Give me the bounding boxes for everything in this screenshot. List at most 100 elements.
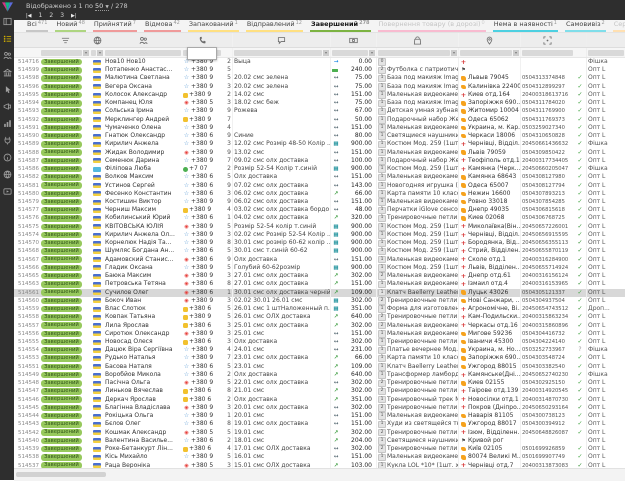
table-row[interactable]: 514570ЗавершенийКорнелюк Надія Та...☆+38… (14, 239, 625, 247)
column-header-delivery[interactable] (458, 33, 520, 47)
filter-input-tag[interactable] (588, 50, 624, 56)
table-row[interactable]: 514547ЗавершенийЛиньков Вячеслав+380 682… (14, 387, 625, 395)
tab-11[interactable]: Сервіси0 (613, 20, 625, 32)
tab-7[interactable]: Завершений278 (310, 20, 371, 32)
table-row[interactable]: 514590ЗавершенийГнатюк Олександр☆+380 69… (14, 132, 625, 140)
table-row[interactable]: 514596ЗавершенийВегера Оксана☆+380 9320.… (14, 83, 625, 91)
filter-dropdown-flag[interactable]: ▾ (97, 50, 103, 56)
filter-input-comment[interactable] (234, 50, 322, 56)
table-row[interactable]: 514559ЗавершенийВлас Слотюк+380 6526.01 … (14, 305, 625, 313)
column-header-phone[interactable] (182, 33, 222, 47)
filter-dropdown-delivery[interactable]: ▾ (513, 50, 519, 56)
table-row[interactable]: 514576ЗавершенийКобилинський Юрий☆+380 6… (14, 214, 625, 222)
column-header-flag[interactable] (90, 33, 104, 47)
tab-2[interactable]: Новий48 (55, 20, 86, 32)
table-row[interactable]: 514551ЗавершенийБасова Наталя☆+380 6523.… (14, 363, 625, 371)
table-row[interactable]: 514579ЗавершенийКостишин Виктор☆+380 990… (14, 198, 625, 206)
table-row[interactable]: 514568ЗавершенийШумляс Богдана Ан...☆+38… (14, 247, 625, 255)
table-row[interactable]: 514581ЗавершенийУстинов Сергей☆+380 6907… (14, 182, 625, 190)
table-row[interactable]: 514595ЗавершенийКолосок Александр+380 92… (14, 91, 625, 99)
table-row[interactable]: 514594ЗавершенийКомпанец Юля◉+380 5318.0… (14, 99, 625, 107)
sidebar-item-panel-toggle[interactable] (0, 13, 14, 30)
sidebar-item-info[interactable] (0, 149, 14, 166)
table-row[interactable]: 514555ЗавершенийНовосад Олеся+380 63Олх … (14, 338, 625, 346)
table-row[interactable]: 514577ЗавершенийЧерниш Максим+380 9403.0… (14, 206, 625, 214)
column-header-name[interactable] (104, 33, 182, 47)
column-header-tracking[interactable] (520, 33, 574, 47)
table-row[interactable]: 514565ЗавершенийБаюка Максим◉+380 9327.0… (14, 272, 625, 280)
sidebar-item-integrations[interactable] (0, 132, 14, 149)
table-row[interactable]: 514553ЗавершенийРудько Наталья☆+380 9723… (14, 354, 625, 362)
tab-8[interactable]: Повернення товару (в дорозі)0 (378, 20, 486, 32)
table-row[interactable]: 514563ЗавершенийПетровська Тетяна◉+380 6… (14, 280, 625, 288)
filter-dropdown-product[interactable]: ▾ (451, 50, 457, 56)
column-header-status[interactable] (40, 33, 90, 47)
tab-10[interactable]: Самовивіз2 (565, 20, 606, 32)
table-row[interactable]: 514543ЗавершенийБєлов Олег☆+380 6819.01 … (14, 420, 625, 428)
table-row[interactable]: 514588ЗавершенийЖидак Володимир◉+380 991… (14, 149, 625, 157)
table-row[interactable]: 514557ЗавершенийЛила Ярослав+380 6325.01… (14, 322, 625, 330)
sidebar-item-marketing[interactable] (0, 98, 14, 115)
table-row[interactable]: 514545ЗавершенийБлагінна Владіслава◉+380… (14, 404, 625, 412)
sidebar-item-customers[interactable] (0, 47, 14, 64)
filter-input-price[interactable] (332, 50, 368, 56)
table-row[interactable]: 514549ЗавершенийВоробйов Микола☆+380 62О… (14, 371, 625, 379)
sidebar-item-orders[interactable] (0, 30, 14, 47)
table-row[interactable]: 514538ЗавершенийКісь Михайло☆+380 9516.0… (14, 453, 625, 461)
table-row[interactable]: 514586ЗавершенийФіліпова Люба+7 072Розмі… (14, 165, 625, 173)
tab-9[interactable]: Нема в наявності1 (493, 20, 558, 32)
filter-dropdown-status[interactable]: ▾ (83, 50, 89, 56)
last-page-icon[interactable]: ▶| (71, 13, 77, 19)
table-row[interactable]: 514540ЗавершенийВалентина Василье...☆+38… (14, 437, 625, 445)
page-button-3[interactable]: 3 (60, 12, 64, 19)
table-row[interactable]: 514544ЗавершенийРокіцька Ольга☆+380 9120… (14, 412, 625, 420)
table-row[interactable]: 514591ЗавершенийЧумаченко Олена☆+380 94↔… (14, 124, 625, 132)
sidebar-item-video-tutorials[interactable] (0, 183, 14, 200)
phone-filter-input[interactable] (187, 47, 217, 60)
horizontal-scrollbar[interactable] (14, 468, 625, 481)
sidebar-item-warehouse[interactable] (0, 64, 14, 81)
column-header-tag[interactable] (586, 33, 625, 47)
table-row[interactable]: 514539ЗавершенийРоке-Бетанкурт Лін...+38… (14, 445, 625, 453)
table-row[interactable]: 514575ЗавершенийКВІТОВСЬКА ЮЛІЯ◉+380 95Р… (14, 223, 625, 231)
table-row[interactable]: 514580ЗавершенийФесенко Константин☆+380 … (14, 190, 625, 198)
filter-input-status[interactable] (41, 50, 82, 56)
table-row[interactable]: 514554ЗавершенийДацюк Віра Сергіївна☆+38… (14, 346, 625, 354)
tab-4[interactable]: Відмова42 (144, 20, 181, 32)
table-row[interactable]: 514592ЗавершенийМерклингер Андрей+380 97… (14, 116, 625, 124)
filter-input-product[interactable] (378, 50, 450, 56)
scrollbar-thumb[interactable] (16, 472, 106, 477)
tab-5[interactable]: Запакований1 (188, 20, 239, 32)
table-row[interactable]: 514567ЗавершенийАдамовский Станис...◉+38… (14, 256, 625, 264)
column-header-comment[interactable] (232, 33, 330, 47)
tab-3[interactable]: Прийнятий7 (93, 20, 137, 32)
app-logo[interactable] (0, 0, 14, 13)
tab-6[interactable]: Відправлений12 (246, 20, 303, 32)
filter-input-name[interactable] (105, 50, 181, 56)
table-row[interactable]: 514599ЗавершенийПотапенко Анастас...☆+38… (14, 66, 625, 74)
filter-dropdown-price[interactable]: ▾ (369, 50, 375, 56)
table-row[interactable]: 514566ЗавершенийГладик Оксана☆+380 95Гол… (14, 264, 625, 272)
sidebar-item-web[interactable] (0, 166, 14, 183)
table-row[interactable]: 514582ЗавершенийВолков Максим☆+380 65Олх… (14, 173, 625, 181)
table-row[interactable]: 514593ЗавершенийСольська Ірина☆+380 99Ро… (14, 107, 625, 115)
page-button-1[interactable]: 1 (39, 12, 43, 19)
page-size-dropdown[interactable]: 50 ▼ (95, 2, 109, 11)
table-row[interactable]: 514556ЗавершенийСиротюк Олександр◉+380 9… (14, 330, 625, 338)
filter-input-delivery[interactable] (460, 50, 512, 56)
column-header-check[interactable] (574, 33, 586, 47)
first-page-icon[interactable]: |◀ (26, 13, 32, 19)
table-row[interactable]: 514589ЗавершенийКирилич Анжела☆+380 9312… (14, 140, 625, 148)
filter-dropdown-comment[interactable]: ▾ (323, 50, 329, 56)
table-row[interactable]: 514542ЗавершенийКошмак Александр◉+380 55… (14, 429, 625, 437)
filter-input-tracking[interactable] (522, 50, 573, 56)
filter-input-flag[interactable] (91, 50, 96, 56)
table-row[interactable]: 514548ЗавершенийПасічна Ольга◉+380 9522.… (14, 379, 625, 387)
tab-1[interactable]: Всі471 (26, 20, 48, 32)
table-row[interactable]: 514716ЗавершенийНов10 Нов10☆+380 92Выца→… (14, 58, 625, 66)
sidebar-item-hand-tool[interactable] (0, 81, 14, 98)
table-row[interactable]: 514560ЗавершенийБокоч Иван◉+380 9302.02 … (14, 297, 625, 305)
column-header-id[interactable] (14, 33, 40, 47)
sidebar-item-statistics[interactable] (0, 115, 14, 132)
table-row[interactable]: 514587ЗавершенийСеменюк Дарина☆+380 9709… (14, 157, 625, 165)
